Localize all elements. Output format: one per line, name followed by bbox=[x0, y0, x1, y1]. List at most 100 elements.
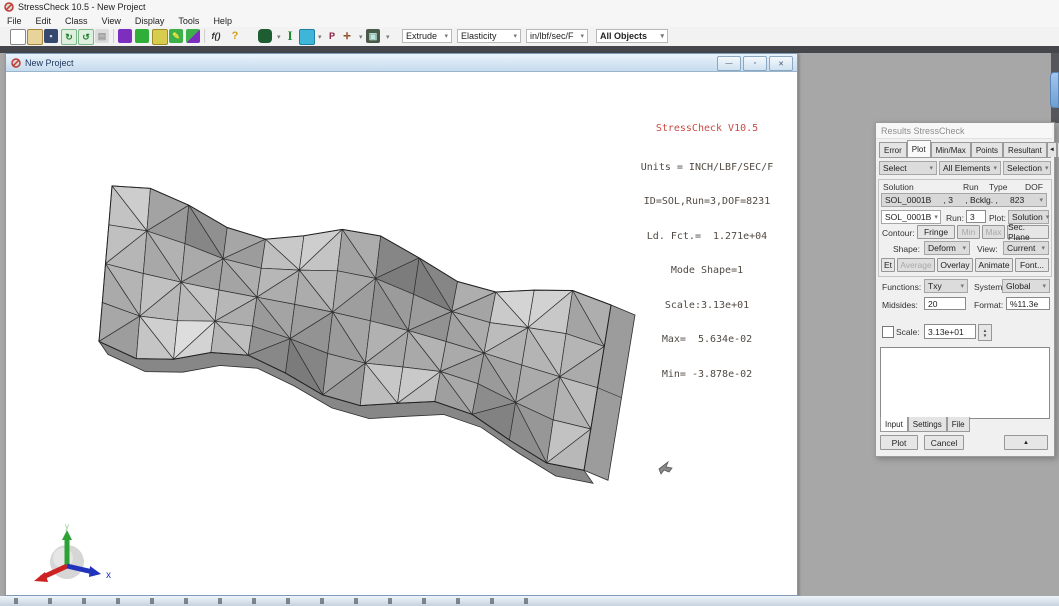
fringe-button[interactable]: Fringe bbox=[917, 225, 955, 239]
functions-combo[interactable]: Txy▾ bbox=[924, 279, 968, 293]
tab-file[interactable]: File bbox=[947, 417, 970, 432]
menu-file[interactable]: File bbox=[0, 16, 29, 26]
plot-button[interactable]: Plot bbox=[880, 435, 918, 450]
units-combo[interactable]: in/lbf/sec/F▾ bbox=[526, 29, 588, 43]
scale-input[interactable]: 3.13e+01 bbox=[924, 324, 976, 339]
chevron-down-icon: ▾ bbox=[580, 32, 584, 40]
result-overlay-text: StressCheck V10.5 Units = INCH/LBF/SEC/F… bbox=[612, 100, 802, 403]
layers-tool-icon[interactable] bbox=[299, 29, 315, 45]
class-mixed-icon[interactable] bbox=[186, 29, 200, 43]
window-title: StressCheck 10.5 - New Project bbox=[18, 2, 146, 12]
input-list-box[interactable] bbox=[880, 347, 1050, 419]
dialog-title-bar[interactable]: Results StressCheck bbox=[876, 123, 1052, 139]
operation-combo[interactable]: Extrude▾ bbox=[402, 29, 452, 43]
run-input[interactable]: 3 bbox=[966, 210, 986, 223]
midsides-input[interactable]: 20 bbox=[924, 297, 966, 310]
min-button: Min bbox=[957, 225, 980, 239]
solution-combo-value: SOL_0001B bbox=[885, 212, 931, 222]
menu-display[interactable]: Display bbox=[128, 16, 172, 26]
close-button[interactable]: ✕ bbox=[769, 56, 793, 71]
new-file-icon[interactable] bbox=[10, 29, 26, 45]
collapse-button[interactable]: ▲ bbox=[1004, 435, 1048, 450]
list-type: , Bcklg. , bbox=[965, 195, 998, 205]
menu-tools[interactable]: Tools bbox=[171, 16, 206, 26]
selection-combo[interactable]: Selection▾ bbox=[1003, 161, 1051, 175]
objects-combo[interactable]: All Objects▾ bbox=[596, 29, 668, 43]
tab-plot[interactable]: Plot bbox=[907, 140, 931, 157]
animate-button[interactable]: Animate bbox=[975, 258, 1013, 272]
help-key-icon[interactable]: ? bbox=[228, 29, 242, 43]
font-button[interactable]: Font... bbox=[1015, 258, 1049, 272]
app-logo-icon bbox=[4, 2, 14, 12]
menu-edit[interactable]: Edit bbox=[29, 16, 59, 26]
edit-class-icon[interactable]: ✎ bbox=[169, 29, 183, 43]
axes-tool-icon[interactable]: ✛ bbox=[340, 29, 354, 43]
tab-points[interactable]: Points bbox=[971, 142, 1003, 157]
theory-combo[interactable]: Elasticity ▾ bbox=[457, 29, 521, 43]
plot-label: Plot: bbox=[989, 213, 1006, 223]
chevron-down-icon[interactable]: ▾ bbox=[359, 33, 363, 41]
select-mode-combo[interactable]: Select▾ bbox=[879, 161, 937, 175]
axis-triad: y x bbox=[27, 522, 117, 592]
menu-view[interactable]: View bbox=[95, 16, 128, 26]
tab-settings[interactable]: Settings bbox=[908, 417, 947, 432]
tab-error[interactable]: Error bbox=[879, 142, 907, 157]
viewport-canvas[interactable]: StressCheck V10.5 Units = INCH/LBF/SEC/F… bbox=[7, 72, 796, 595]
chevron-down-icon: ▾ bbox=[444, 32, 448, 40]
tab-scroll-left-icon[interactable]: ◄ bbox=[1047, 142, 1057, 157]
restore-button[interactable]: ▫ bbox=[743, 56, 767, 71]
menu-class[interactable]: Class bbox=[58, 16, 95, 26]
solid-body-tool-icon[interactable] bbox=[258, 29, 272, 43]
chevron-down-icon: ▾ bbox=[513, 32, 517, 40]
function-icon[interactable]: f() bbox=[209, 29, 223, 43]
chevron-down-icon: ▾ bbox=[962, 244, 966, 252]
overlay-button[interactable]: Overlay bbox=[937, 258, 973, 272]
cancel-button[interactable]: Cancel bbox=[924, 435, 964, 450]
chevron-down-icon[interactable]: ▾ bbox=[386, 33, 390, 41]
ibeam-tool-icon[interactable]: I bbox=[283, 29, 297, 43]
overlay-max: Max= 5.634e-02 bbox=[612, 334, 802, 346]
list-run: , 3 bbox=[944, 195, 953, 205]
system-combo[interactable]: Global▾ bbox=[1002, 279, 1050, 293]
open-file-icon[interactable] bbox=[27, 29, 43, 45]
points-tool-icon[interactable]: P bbox=[325, 29, 339, 43]
document-window: New Project — ▫ ✕ StressCheck V10.5 Unit… bbox=[5, 53, 798, 596]
view-combo[interactable]: Current▾ bbox=[1003, 241, 1049, 255]
scale-spinner[interactable]: ▲ ▼ bbox=[978, 324, 992, 341]
class-green-icon[interactable] bbox=[135, 29, 149, 43]
update-icon[interactable]: ↺ bbox=[78, 29, 94, 45]
solution-combo[interactable]: SOL_0001B▾ bbox=[881, 210, 941, 224]
view-camera-tool-icon[interactable]: ▣ bbox=[366, 29, 380, 43]
overlay-load-factor: Ld. Fct.= 1.271e+04 bbox=[612, 231, 802, 243]
theory-combo-value: Elasticity bbox=[461, 31, 497, 41]
minimize-button[interactable]: — bbox=[717, 56, 741, 71]
class-yellow-icon[interactable] bbox=[152, 29, 168, 45]
chevron-down-icon[interactable]: ▾ bbox=[318, 33, 322, 41]
objects-combo-value: All Objects bbox=[600, 31, 647, 41]
elements-value: All Elements bbox=[943, 163, 990, 173]
tab-min-max[interactable]: Min/Max bbox=[931, 142, 971, 157]
results-dialog: Results StressCheck Error Plot Min/Max P… bbox=[875, 122, 1055, 457]
solution-list-row[interactable]: SOL_0001B , 3 , Bcklg. , 823 ▾ bbox=[881, 193, 1047, 207]
refresh-icon[interactable]: ↻ bbox=[61, 29, 77, 45]
toolbar-separator bbox=[204, 29, 205, 43]
menu-help[interactable]: Help bbox=[206, 16, 239, 26]
run-label: Run: bbox=[946, 213, 964, 223]
restore-icon: ▫ bbox=[754, 60, 756, 67]
format-input[interactable]: %11.3e bbox=[1006, 297, 1050, 310]
elements-combo[interactable]: All Elements▾ bbox=[939, 161, 1001, 175]
run-header: Run bbox=[963, 182, 979, 192]
background-scroll-thumb[interactable] bbox=[1050, 72, 1059, 108]
scale-checkbox[interactable] bbox=[882, 326, 894, 338]
et-button[interactable]: Et bbox=[881, 258, 895, 272]
solution-group: Solution Run Type DOF SOL_0001B , 3 , Bc… bbox=[878, 179, 1052, 277]
shape-combo[interactable]: Deform▾ bbox=[924, 241, 970, 255]
spin-down-icon[interactable]: ▼ bbox=[983, 333, 987, 338]
document-title-bar[interactable]: New Project — ▫ ✕ bbox=[6, 54, 797, 72]
save-icon[interactable]: ▪ bbox=[44, 29, 58, 43]
tab-resultant[interactable]: Resultant bbox=[1003, 142, 1047, 157]
class-purple-icon[interactable] bbox=[118, 29, 132, 43]
tab-input[interactable]: Input bbox=[880, 417, 908, 432]
chevron-down-icon[interactable]: ▾ bbox=[277, 33, 281, 41]
sec-plane-button[interactable]: Sec. Plane bbox=[1007, 225, 1049, 239]
